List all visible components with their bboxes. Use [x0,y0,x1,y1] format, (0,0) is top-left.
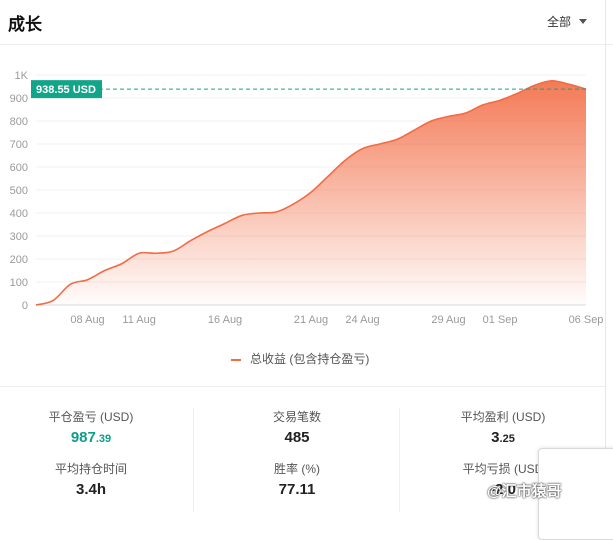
stat-divider [399,408,400,512]
stat-label: 平均持仓时间 [54,462,127,476]
stat-value: 3.4h [75,481,106,498]
stat-label: 平均盈利 (USD) [460,410,546,424]
stat-label: 胜率 (%) [274,462,320,476]
stat-value: 77.11 [278,481,316,498]
caret-down-icon [579,19,587,24]
section-divider [0,386,605,387]
x-tick-label: 11 Aug [122,314,155,326]
stat-closed-pnl: 平仓盈亏 (USD) 987.39 [16,408,166,446]
x-tick-label: 29 Aug [431,314,465,326]
y-tick-label: 0 [22,300,28,312]
stat-value: 987.39 [70,429,112,446]
header: 成长 全部 [0,0,613,45]
stat-divider [193,408,194,512]
stat-value: 3.25 [491,429,515,446]
x-tick-label: 16 Aug [208,314,242,326]
y-tick-label: 300 [10,231,28,243]
y-tick-label: 1K [15,70,29,82]
y-tick-label: 100 [10,277,28,289]
stat-avg-hold: 平均持仓时间 3.4h [16,460,166,498]
stat-win-rate: 胜率 (%) 77.11 [222,460,372,498]
x-tick-label: 24 Aug [345,314,379,326]
page-title: 成长 [8,15,42,34]
x-tick-label: 08 Aug [70,314,104,326]
stat-label: 交易笔数 [272,410,321,424]
legend-label: 总收益 (包含持仓盈亏) [250,352,370,366]
stat-value: 485 [284,429,310,446]
x-tick-label: 06 Sep [569,314,604,326]
watermark: @汇市猿哥 [487,483,562,500]
y-tick-label: 500 [10,185,28,197]
y-tick-label: 700 [10,139,28,151]
legend-swatch [230,358,241,361]
y-tick-label: 600 [10,162,28,174]
y-tick-label: 200 [10,254,28,266]
filter-dropdown[interactable]: 全部 [547,13,587,30]
y-tick-label: 900 [10,93,28,105]
stat-label: 平仓盈亏 (USD) [48,410,134,424]
x-tick-label: 01 Sep [483,314,518,326]
stat-avg-profit: 平均盈利 (USD) 3.25 [428,408,578,446]
filter-label: 全部 [546,15,571,29]
stat-trades: 交易笔数 485 [222,408,372,446]
y-tick-label: 400 [10,208,28,220]
x-tick-label: 21 Aug [294,314,328,326]
chart-legend: 总收益 (包含持仓盈亏) [0,350,600,367]
current-value-label: 938.55 USD [36,84,96,96]
y-tick-label: 800 [10,116,28,128]
growth-chart: 08 Aug 11 Aug 16 Aug 21 Aug 24 Aug 29 Aug 01 S… [10,70,604,326]
